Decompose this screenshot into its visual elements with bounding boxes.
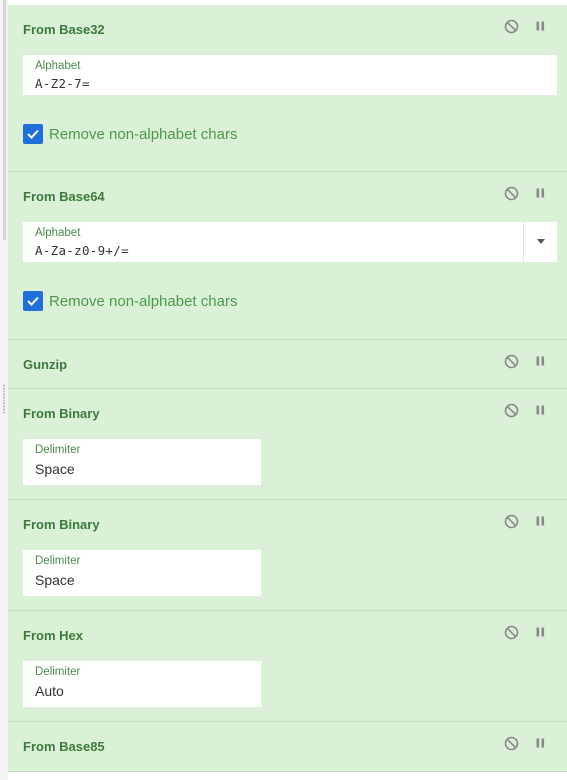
operation-title: From Binary: [23, 406, 100, 421]
checkbox-label: Remove non-alphabet chars: [49, 125, 238, 143]
field-label: Delimiter: [35, 444, 81, 456]
operation-title: From Base32: [23, 22, 105, 37]
resize-grip[interactable]: [3, 384, 5, 414]
pause-icon[interactable]: [533, 19, 548, 34]
operation-from-hex[interactable]: From Hex Delimiter Auto: [8, 611, 567, 722]
disable-icon[interactable]: [504, 186, 519, 201]
pause-icon[interactable]: [533, 625, 548, 640]
field-label: Alphabet: [35, 227, 81, 239]
field-label: Delimiter: [35, 666, 81, 678]
disable-icon[interactable]: [504, 403, 519, 418]
operation-title: From Binary: [23, 517, 100, 532]
operation-from-binary[interactable]: From Binary Delimiter Space: [8, 500, 567, 611]
operation-title: From Hex: [23, 628, 83, 643]
alphabet-field[interactable]: Alphabet A-Z2-7=: [23, 55, 557, 95]
recipe-list: From Base32 Alphabet A-Z2-7= Remove non-…: [8, 0, 567, 780]
scrollbar-thumb[interactable]: [3, 0, 6, 240]
checkbox-checked-icon[interactable]: [23, 291, 43, 311]
operation-from-binary[interactable]: From Binary Delimiter Space: [8, 389, 567, 500]
field-value[interactable]: Space: [35, 572, 75, 588]
pause-icon[interactable]: [533, 736, 548, 751]
delimiter-field[interactable]: Delimiter Auto: [23, 661, 261, 707]
field-label: Delimiter: [35, 555, 81, 567]
field-value[interactable]: A-Za-z0-9+/=: [35, 243, 129, 258]
operation-gunzip[interactable]: Gunzip: [8, 340, 567, 389]
disable-icon[interactable]: [504, 625, 519, 640]
dropdown-divider: [523, 222, 524, 262]
recipe-scroll-strip: [0, 0, 8, 780]
disable-icon[interactable]: [504, 514, 519, 529]
delimiter-field[interactable]: Delimiter Space: [23, 439, 261, 485]
operation-from-base64[interactable]: From Base64 Alphabet A-Za-z0-9+/= Remove…: [8, 172, 567, 340]
disable-icon[interactable]: [504, 354, 519, 369]
disable-icon[interactable]: [504, 736, 519, 751]
field-value[interactable]: Auto: [35, 683, 64, 699]
checkbox-checked-icon[interactable]: [23, 124, 43, 144]
chevron-down-icon[interactable]: [537, 239, 545, 244]
pause-icon[interactable]: [533, 354, 548, 369]
pause-icon[interactable]: [533, 514, 548, 529]
disable-icon[interactable]: [504, 19, 519, 34]
delimiter-field[interactable]: Delimiter Space: [23, 550, 261, 596]
remove-non-alphabet-toggle[interactable]: Remove non-alphabet chars: [23, 291, 237, 311]
field-value[interactable]: A-Z2-7=: [35, 76, 90, 91]
pause-icon[interactable]: [533, 186, 548, 201]
pause-icon[interactable]: [533, 403, 548, 418]
operation-from-base85[interactable]: From Base85: [8, 722, 567, 772]
operation-title: From Base64: [23, 189, 105, 204]
field-value[interactable]: Space: [35, 461, 75, 477]
remove-non-alphabet-toggle[interactable]: Remove non-alphabet chars: [23, 124, 237, 144]
operation-title: Gunzip: [23, 357, 68, 372]
operation-from-base32[interactable]: From Base32 Alphabet A-Z2-7= Remove non-…: [8, 5, 567, 172]
field-label: Alphabet: [35, 60, 81, 72]
checkbox-label: Remove non-alphabet chars: [49, 292, 238, 310]
operation-title: From Base85: [23, 739, 105, 754]
alphabet-select[interactable]: Alphabet A-Za-z0-9+/=: [23, 222, 557, 262]
